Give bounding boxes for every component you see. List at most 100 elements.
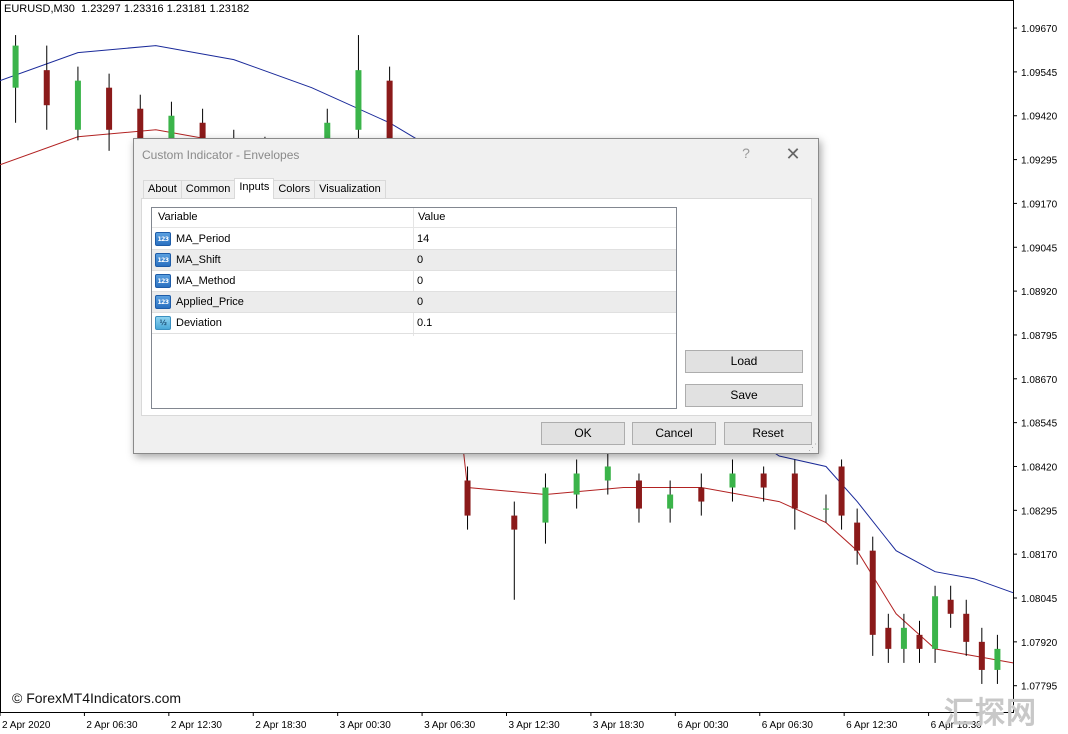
param-name: MA_Shift [176,254,221,266]
brand-logo: 汇探网 [944,696,1037,731]
time-tick-label: 3 Apr 12:30 [509,720,561,731]
time-tick-label: 2 Apr 12:30 [171,720,223,731]
price-tick-label: 1.09545 [1021,68,1058,79]
table-row[interactable]: ½ Deviation 0.1 [152,313,676,334]
candle-body [729,473,736,488]
candle-body [12,45,19,88]
price-axis: 1.09670 1.09545 1.09420 1.09295 1.09170 1.090… [1013,24,1058,693]
candle-body [74,80,81,130]
table-row[interactable]: 123 MA_Period 14 [152,229,676,250]
candle-body [464,480,471,516]
candle-body [698,487,705,502]
price-tick-label: 1.09670 [1021,24,1058,35]
load-button[interactable]: Load [685,350,803,373]
price-tick-label: 1.08795 [1021,331,1058,342]
price-tick-label: 1.08045 [1021,594,1058,605]
chart-symbol-header: EURUSD,M30 1.23297 1.23316 1.23181 1.231… [4,3,250,15]
param-name: MA_Method [176,275,236,287]
time-tick-label: 6 Apr 12:30 [846,720,898,731]
tab-about[interactable]: About [143,180,182,199]
tab-visualization[interactable]: Visualization [314,180,386,199]
param-name: Applied_Price [176,296,244,308]
time-tick-label: 3 Apr 06:30 [424,720,476,731]
candle-body [760,473,767,488]
watermark-text: © ForexMT4Indicators.com [12,690,182,706]
candle-body [43,70,50,106]
price-tick-label: 1.09295 [1021,156,1058,167]
candle-body [635,480,642,509]
param-value[interactable]: 0 [417,296,423,308]
candle-body [838,466,845,516]
param-value[interactable]: 0 [417,275,423,287]
candle-body [900,627,907,649]
time-tick-label: 3 Apr 00:30 [340,720,392,731]
price-tick-label: 1.09045 [1021,243,1058,254]
dialog-title: Custom Indicator - Envelopes [142,148,300,162]
time-axis: 2 Apr 2020 2 Apr 06:30 2 Apr 12:30 2 Apr 18… [0,712,982,731]
custom-indicator-dialog: Custom Indicator - Envelopes ? ✕ About C… [133,138,819,454]
integer-type-icon: 123 [155,253,171,267]
integer-type-icon: 123 [155,295,171,309]
time-tick-label: 6 Apr 00:30 [677,720,729,731]
candle-body [963,613,970,642]
table-row[interactable]: 123 MA_Shift 0 [152,250,676,271]
integer-type-icon: 123 [155,232,171,246]
table-row[interactable]: 123 MA_Method 0 [152,271,676,292]
help-icon[interactable]: ? [738,145,754,161]
ok-button[interactable]: OK [541,422,625,445]
price-tick-label: 1.07920 [1021,638,1058,649]
candle-body [822,508,829,510]
resize-grip-icon[interactable]: ⋰ [808,443,817,452]
price-tick-label: 1.08545 [1021,419,1058,430]
column-header-variable[interactable]: Variable [158,211,198,223]
price-tick-label: 1.08670 [1021,375,1058,386]
tab-inputs[interactable]: Inputs [234,178,275,199]
param-name: MA_Period [176,233,231,245]
candle-body [106,87,113,130]
table-header: Variable Value [152,208,676,228]
param-value[interactable]: 14 [417,233,429,245]
candle-body [947,599,954,614]
price-tick-label: 1.08920 [1021,287,1058,298]
candle-body [978,641,985,670]
candle-body [916,634,923,649]
time-tick-label: 2 Apr 18:30 [255,720,307,731]
time-tick-label: 2 Apr 06:30 [86,720,138,731]
candle-body [542,487,549,523]
candle-body [355,70,362,130]
price-tick-label: 1.09420 [1021,112,1058,123]
price-tick-label: 1.08420 [1021,462,1058,473]
candle-body [667,494,674,509]
param-value[interactable]: 0 [417,254,423,266]
tab-colors[interactable]: Colors [273,180,316,199]
candle-body [854,522,861,551]
save-button[interactable]: Save [685,384,803,407]
candle-body [573,473,580,495]
column-header-value[interactable]: Value [418,211,445,223]
candle-body [869,550,876,635]
reset-button[interactable]: Reset [724,422,812,445]
param-value[interactable]: 0.1 [417,317,432,329]
integer-type-icon: 123 [155,274,171,288]
candle-body [994,648,1001,670]
tab-common[interactable]: Common [180,180,236,199]
candle-body [885,627,892,649]
candle-body [511,515,518,530]
table-row[interactable]: 123 Applied_Price 0 [152,292,676,313]
time-tick-label: 6 Apr 06:30 [762,720,814,731]
close-icon[interactable]: ✕ [782,143,804,165]
price-tick-label: 1.08295 [1021,506,1058,517]
price-tick-label: 1.08170 [1021,550,1058,561]
inputs-table[interactable]: Variable Value 123 MA_Period 14 123 MA_S… [151,207,677,409]
time-tick-label: 2 Apr 2020 [2,720,51,731]
dialog-tabs: About Common Inputs Colors Visualization [143,178,386,199]
inputs-panel: Variable Value 123 MA_Period 14 123 MA_S… [141,198,812,416]
candle-body [604,466,611,481]
candle-body [932,596,939,649]
cancel-button[interactable]: Cancel [632,422,716,445]
time-tick-label: 3 Apr 18:30 [593,720,645,731]
candle-body [791,473,798,509]
param-name: Deviation [176,317,222,329]
double-type-icon: ½ [155,316,171,330]
price-tick-label: 1.09170 [1021,199,1058,210]
